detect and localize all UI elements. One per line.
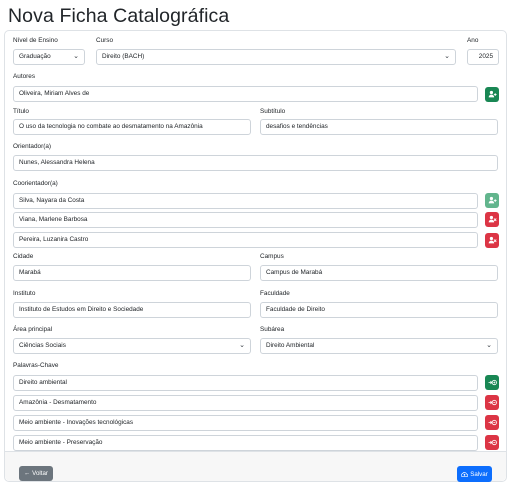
coorientador-input[interactable]: Viana, Marlene Barbosa xyxy=(13,212,478,228)
curso-select[interactable]: Direito (BACH) ⌄ xyxy=(96,49,456,65)
titulo-input[interactable]: O uso da tecnologia no combate ao desmat… xyxy=(13,119,251,135)
palavra-input[interactable]: Direito ambiental xyxy=(13,375,478,391)
person-plus-icon xyxy=(488,196,497,204)
cidade-label: Cidade xyxy=(13,253,34,260)
ano-input[interactable]: 2025 xyxy=(467,49,499,65)
area-label: Área principal xyxy=(13,326,53,333)
keyword-add-icon xyxy=(488,379,497,386)
keyword-remove-icon xyxy=(488,439,497,446)
page-title: Nova Ficha Catalográfica xyxy=(8,5,230,27)
nivel-value: Graduação xyxy=(19,53,51,60)
arrow-left-icon: ← xyxy=(23,470,31,477)
palavras-label: Palavras-Chave xyxy=(13,362,59,369)
nivel-label: Nível de Ensino xyxy=(13,37,58,44)
cidade-input[interactable]: Marabá xyxy=(13,265,251,281)
palavra-input[interactable]: Meio ambiente - Preservação xyxy=(13,435,478,451)
save-label: Salvar xyxy=(470,470,488,478)
keyword-remove-icon xyxy=(488,399,497,406)
orientador-input[interactable]: Nunes, Alessandra Helena xyxy=(13,155,498,171)
subarea-select[interactable]: Direito Ambiental ⌄ xyxy=(260,338,498,354)
cloud-upload-icon xyxy=(461,471,469,477)
palavra-input[interactable]: Amazônia - Desmatamento xyxy=(13,395,478,411)
orientador-label: Orientador(a) xyxy=(13,143,52,150)
keyword-remove-icon xyxy=(488,419,497,426)
area-value: Ciências Sociais xyxy=(19,342,66,349)
chevron-down-icon: ⌄ xyxy=(73,53,79,60)
add-palavra-button[interactable] xyxy=(485,375,499,390)
remove-palavra-button[interactable] xyxy=(485,415,499,430)
faculdade-input[interactable]: Faculdade de Direito xyxy=(260,302,498,318)
coorientador-label: Coorientador(a) xyxy=(13,180,58,187)
faculdade-label: Faculdade xyxy=(260,290,290,297)
person-remove-icon xyxy=(488,215,497,223)
subarea-label: Subárea xyxy=(260,326,285,333)
remove-palavra-button[interactable] xyxy=(485,435,499,450)
area-select[interactable]: Ciências Sociais ⌄ xyxy=(13,338,251,354)
titulo-label: Título xyxy=(13,108,29,115)
person-remove-icon xyxy=(488,236,497,244)
save-button[interactable]: Salvar xyxy=(457,466,492,482)
chevron-down-icon: ⌄ xyxy=(239,342,245,349)
instituto-label: Instituto xyxy=(13,290,36,297)
chevron-down-icon: ⌄ xyxy=(486,342,492,349)
subtitulo-input[interactable]: desafios e tendências xyxy=(260,119,498,135)
remove-coorientador-button[interactable] xyxy=(485,212,499,227)
nivel-select[interactable]: Graduação ⌄ xyxy=(13,49,85,65)
subarea-value: Direito Ambiental xyxy=(266,342,315,349)
curso-label: Curso xyxy=(96,37,114,44)
ano-label: Ano xyxy=(467,37,479,44)
coorientador-input[interactable]: Silva, Nayara da Costa xyxy=(13,193,478,209)
palavra-input[interactable]: Meio ambiente - Inovações tecnológicas xyxy=(13,415,478,431)
subtitulo-label: Subtítulo xyxy=(260,108,286,115)
add-coorientador-button[interactable] xyxy=(485,193,499,208)
back-label: Voltar xyxy=(32,470,48,477)
campus-input[interactable]: Campus de Marabá xyxy=(260,265,498,281)
coorientador-input[interactable]: Pereira, Luzanira Castro xyxy=(13,232,478,248)
back-button[interactable]: ← Voltar xyxy=(19,466,53,481)
instituto-input[interactable]: Instituto de Estudos em Direito e Socied… xyxy=(13,302,251,318)
chevron-down-icon: ⌄ xyxy=(444,53,450,60)
autores-label: Autores xyxy=(13,73,36,80)
remove-palavra-button[interactable] xyxy=(485,395,499,410)
person-plus-icon xyxy=(488,90,497,98)
form-footer xyxy=(5,451,506,481)
add-autor-button[interactable] xyxy=(485,87,499,102)
curso-value: Direito (BACH) xyxy=(102,53,145,60)
autor-input[interactable]: Oliveira, Miriam Alves de xyxy=(13,86,478,102)
remove-coorientador-button[interactable] xyxy=(485,233,499,248)
campus-label: Campus xyxy=(260,253,284,260)
